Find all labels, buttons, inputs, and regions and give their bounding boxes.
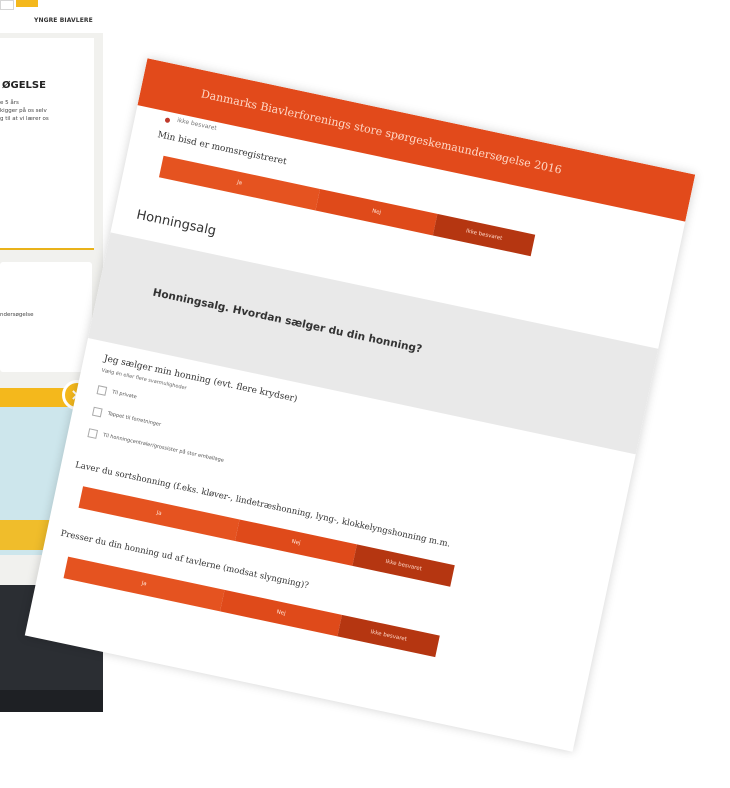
radio-selected[interactable] [164,117,171,124]
checkbox[interactable] [87,428,99,439]
answer-nej-button[interactable]: Nej [315,188,438,236]
card-text-line: g til at vi lærer os [0,116,49,122]
footer-bottom [0,690,103,712]
info-card [0,38,94,250]
answer-ikke-besvaret-button[interactable]: Ikke besvaret [432,213,536,257]
answer-ja-button[interactable]: Ja [158,155,321,211]
answer-nej-button[interactable]: Nej [234,519,357,566]
checkbox-label: Til honningcentraler/grossister på stor … [102,432,225,464]
survey-page: Danmarks Biavlerforenings store spørgesk… [24,58,696,752]
checkbox[interactable] [91,406,103,418]
card-text-line: e 5 års [0,100,19,106]
answer-ikke-besvaret-button[interactable]: Ikke besvaret [352,544,455,587]
nav-link-yngre-biavlere[interactable]: YNGRE BIAVLERE [34,17,93,24]
checkbox[interactable] [96,385,108,396]
checkbox-option[interactable]: Til honningcentraler/grossister på stor … [87,428,224,464]
survey-header: Danmarks Biavlerforenings store spørgesk… [137,58,696,222]
checkbox-option[interactable]: Til private [96,385,137,400]
background-topbar: YNGRE BIAVLERE [0,0,103,33]
answer-nej-button[interactable]: Nej [220,589,342,637]
card-title: ØGELSE [2,80,46,91]
section-title: Honningsalg [135,207,218,240]
card-text-line: kigger på os selv [0,108,47,114]
answer-ikke-besvaret-button[interactable]: Ikke besvaret [337,614,440,658]
checkbox-option[interactable]: Tappet til forretninger [91,406,162,428]
nav-tab-active[interactable] [16,0,38,7]
checkbox-label: Til private [111,389,138,401]
nav-tab[interactable] [0,0,14,10]
card-text-line: ndersøgelse [0,312,34,318]
checkbox-label: Tappet til forretninger [107,410,162,428]
survey-title: Danmarks Biavlerforenings store spørgesk… [199,87,563,177]
